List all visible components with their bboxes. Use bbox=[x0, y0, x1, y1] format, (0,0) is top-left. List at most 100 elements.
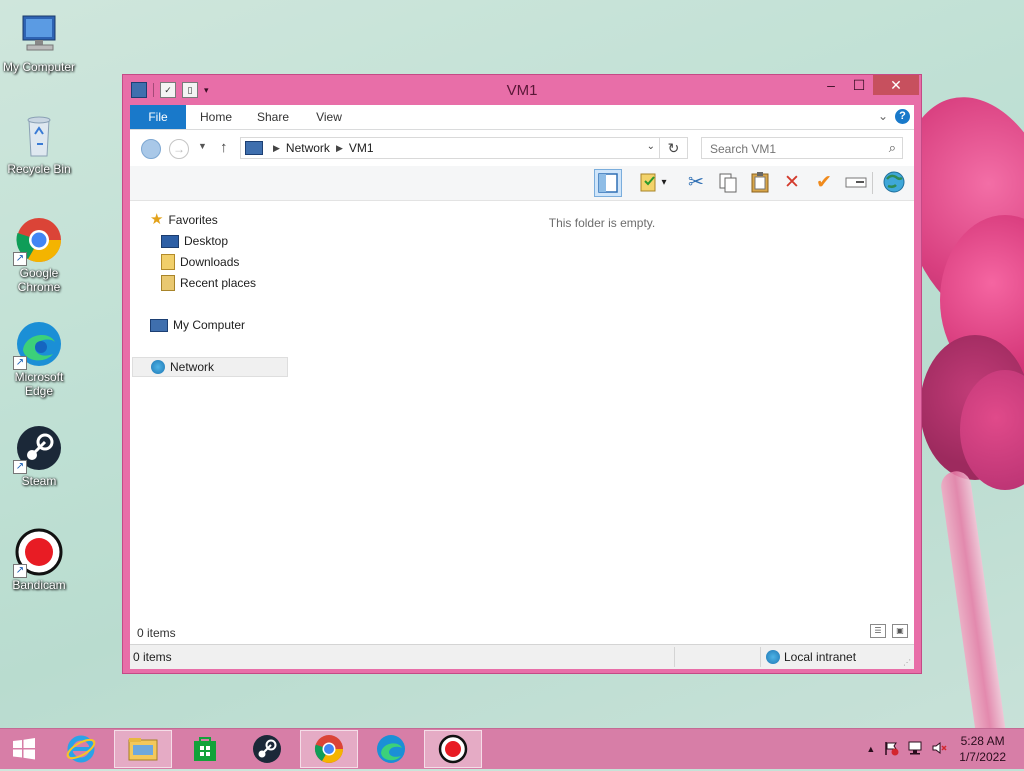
desktop-icon-my-computer[interactable]: My Computer bbox=[0, 10, 78, 74]
tab-view[interactable]: View bbox=[306, 105, 352, 129]
view-switcher: ☰ ▣ bbox=[870, 624, 908, 638]
desktop-icon-label: Microsoft Edge bbox=[14, 370, 64, 398]
status-zone-label: Local intranet bbox=[784, 650, 857, 664]
preview-pane-button[interactable] bbox=[594, 169, 622, 197]
nav-favorites[interactable]: ★ Favorites bbox=[150, 210, 218, 230]
edge-icon: ↗ bbox=[13, 320, 63, 370]
cut-icon[interactable]: ✂ bbox=[682, 169, 710, 197]
taskbar-store[interactable] bbox=[176, 730, 234, 768]
refresh-button[interactable]: ↻ bbox=[660, 137, 688, 159]
action-center-flag-icon[interactable] bbox=[883, 740, 899, 759]
nav-label: Recent places bbox=[180, 276, 257, 290]
nav-my-computer[interactable]: My Computer bbox=[150, 315, 245, 335]
breadcrumb-chevron-icon[interactable]: ▶ bbox=[273, 143, 280, 154]
checkmark-icon[interactable]: ✔ bbox=[810, 169, 838, 197]
nav-recent-places[interactable]: Recent places bbox=[161, 273, 256, 293]
computer-icon bbox=[245, 141, 263, 155]
desktop-icon-bandicam[interactable]: ↗ Bandicam bbox=[0, 528, 78, 592]
desktop-icon-recycle-bin[interactable]: Recycle Bin bbox=[0, 112, 78, 176]
nav-label: Downloads bbox=[180, 255, 240, 269]
status-items: 0 items bbox=[133, 650, 172, 664]
chrome-icon bbox=[314, 735, 343, 763]
taskbar-bandicam[interactable] bbox=[424, 730, 482, 768]
help-icon[interactable]: ? bbox=[895, 109, 910, 124]
desktop-icon-google-chrome[interactable]: ↗ Google Chrome bbox=[0, 216, 78, 294]
delete-icon[interactable]: ✕ bbox=[778, 169, 806, 197]
chevron-down-icon[interactable]: ⌄ bbox=[647, 141, 655, 152]
ribbon-expand-icon[interactable]: ⌄ bbox=[878, 109, 888, 123]
windows-logo-icon bbox=[13, 738, 35, 760]
resize-grip-icon[interactable]: ⋰ bbox=[903, 658, 911, 667]
network-status-icon[interactable] bbox=[907, 740, 923, 759]
wallpaper-stem bbox=[939, 469, 1011, 771]
nav-downloads[interactable]: Downloads bbox=[161, 252, 239, 272]
window-title: VM1 bbox=[506, 82, 538, 99]
breadcrumb-chevron-icon[interactable]: ▶ bbox=[336, 143, 343, 154]
taskbar-clock[interactable]: 5:28 AM 1/7/2022 bbox=[959, 733, 1006, 765]
ribbon: File Home Share View ⌄ ? bbox=[130, 105, 914, 130]
network-icon bbox=[151, 360, 165, 374]
taskbar-edge[interactable] bbox=[362, 730, 420, 768]
tab-home[interactable]: Home bbox=[192, 105, 240, 129]
rename-icon[interactable] bbox=[842, 169, 870, 197]
nav-label: Favorites bbox=[168, 213, 218, 227]
address-row: → ▼ ↑ ▶ Network ▶ VM1 ⌄ ↻ ⌕ bbox=[130, 130, 914, 166]
file-list-area[interactable]: This folder is empty. bbox=[290, 201, 914, 621]
nav-network[interactable]: Network bbox=[132, 357, 288, 377]
volume-muted-icon[interactable] bbox=[931, 740, 947, 759]
taskbar-file-explorer[interactable] bbox=[114, 730, 172, 768]
steam-icon: ↗ bbox=[13, 424, 63, 474]
paste-icon[interactable] bbox=[746, 169, 774, 197]
recent-locations-icon[interactable]: ▼ bbox=[198, 141, 207, 151]
details-view-icon[interactable]: ☰ bbox=[870, 624, 886, 638]
maximize-button[interactable]: ☐ bbox=[845, 75, 873, 95]
search-box[interactable]: ⌕ bbox=[701, 137, 903, 159]
desktop-icon-steam[interactable]: ↗ Steam bbox=[0, 424, 78, 488]
nav-desktop[interactable]: Desktop bbox=[161, 231, 228, 251]
bandicam-icon: ↗ bbox=[13, 528, 63, 578]
explorer-window: ✓ ▯ ▾ VM1 – ☐ ✕ File Home Share View ⌄ ?… bbox=[122, 74, 922, 674]
copy-icon[interactable] bbox=[714, 169, 742, 197]
status-bar: 0 items Local intranet ⋰ bbox=[130, 644, 914, 669]
search-icon[interactable]: ⌕ bbox=[889, 140, 896, 156]
minimize-button[interactable]: – bbox=[817, 75, 845, 95]
file-explorer-icon bbox=[128, 738, 158, 761]
close-button[interactable]: ✕ bbox=[873, 75, 919, 95]
shortcut-arrow-icon: ↗ bbox=[13, 460, 27, 474]
clock-date: 1/7/2022 bbox=[959, 750, 1006, 764]
title-bar[interactable]: ✓ ▯ ▾ VM1 – ☐ ✕ bbox=[123, 75, 921, 105]
up-arrow-icon[interactable]: ↑ bbox=[220, 139, 228, 156]
shortcut-arrow-icon: ↗ bbox=[13, 252, 27, 266]
desktop-icon-microsoft-edge[interactable]: ↗ Microsoft Edge bbox=[0, 320, 78, 398]
recycle-bin-icon bbox=[15, 112, 63, 160]
nav-label: Desktop bbox=[184, 234, 229, 248]
large-icons-view-icon[interactable]: ▣ bbox=[892, 624, 908, 638]
globe-icon[interactable] bbox=[880, 169, 908, 197]
clock-time: 5:28 AM bbox=[960, 734, 1005, 748]
breadcrumb-vm1[interactable]: VM1 bbox=[349, 141, 374, 155]
chrome-icon: ↗ bbox=[13, 216, 63, 266]
internet-explorer-icon bbox=[66, 735, 96, 763]
desktop-icon-label: Bandicam bbox=[12, 578, 66, 592]
tab-file[interactable]: File bbox=[130, 105, 186, 129]
taskbar-internet-explorer[interactable] bbox=[52, 730, 110, 768]
chevron-down-icon[interactable]: ▾ bbox=[657, 169, 671, 197]
navigation-pane: ★ Favorites Desktop Downloads Recent pla… bbox=[130, 201, 290, 621]
breadcrumb-network[interactable]: Network bbox=[286, 141, 330, 155]
taskbar-steam[interactable] bbox=[238, 730, 296, 768]
item-count: 0 items bbox=[137, 626, 176, 640]
taskbar-chrome[interactable] bbox=[300, 730, 358, 768]
forward-button[interactable]: → bbox=[169, 139, 189, 159]
start-button[interactable] bbox=[0, 730, 48, 768]
edge-icon bbox=[377, 735, 405, 763]
address-bar[interactable]: ▶ Network ▶ VM1 ⌄ bbox=[240, 137, 660, 159]
tab-share[interactable]: Share bbox=[250, 105, 296, 129]
show-hidden-icons-icon[interactable]: ▲ bbox=[866, 744, 875, 754]
search-input[interactable] bbox=[708, 139, 882, 159]
back-button[interactable] bbox=[141, 139, 161, 159]
store-icon bbox=[194, 737, 216, 761]
status-divider bbox=[674, 647, 675, 667]
desktop-icon-label: Recycle Bin bbox=[7, 162, 71, 176]
status-divider bbox=[760, 647, 761, 667]
nav-label: My Computer bbox=[173, 318, 246, 332]
